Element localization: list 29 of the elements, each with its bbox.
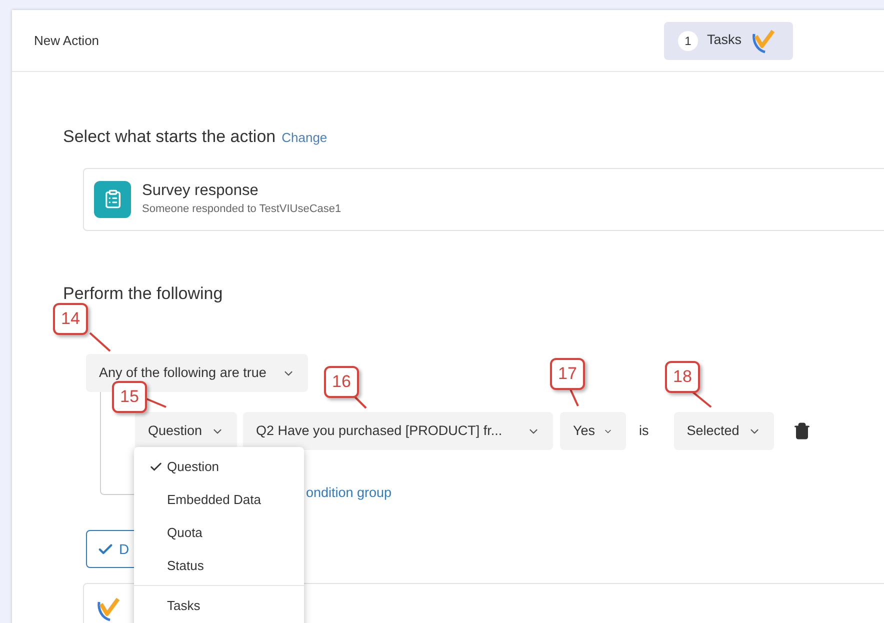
choice-dropdown[interactable]: Yes xyxy=(560,412,626,450)
tasks-tab[interactable]: 1 Tasks xyxy=(664,22,793,60)
type-dropdown[interactable]: Question xyxy=(135,412,237,450)
question-dropdown[interactable]: Q2 Have you purchased [PRODUCT] fr... xyxy=(243,412,553,450)
change-link[interactable]: Change xyxy=(282,128,328,148)
operator-text: is xyxy=(639,422,649,440)
section-heading: Perform the following xyxy=(63,282,224,304)
menu-item[interactable]: Tasks xyxy=(134,589,304,622)
state-dropdown[interactable]: Selected xyxy=(674,412,774,450)
trigger-title: Survey response xyxy=(142,180,260,201)
menu-item[interactable]: Embedded Data xyxy=(134,483,304,516)
trash-icon[interactable] xyxy=(792,422,811,440)
check-swoosh-icon xyxy=(96,596,122,622)
check-swoosh-icon xyxy=(750,28,777,54)
menu-item[interactable]: Quota xyxy=(134,516,304,549)
add-condition-group-link[interactable]: ondition group xyxy=(306,483,811,504)
callout-number: 16 xyxy=(324,366,359,398)
menu-item[interactable]: Question xyxy=(134,450,304,483)
trigger-subtitle: Someone responded to TestVIUseCase1 xyxy=(142,202,342,217)
tasks-label: Tasks xyxy=(707,31,742,50)
callout-number: 18 xyxy=(665,361,700,393)
panel-title: New Action xyxy=(34,32,100,50)
menu-item[interactable]: Status xyxy=(134,549,304,582)
callout-number: 14 xyxy=(53,303,88,335)
clipboard-icon xyxy=(94,180,131,218)
callout-number: 15 xyxy=(112,381,147,413)
callout-number: 17 xyxy=(550,358,585,390)
task-count: 1 xyxy=(678,30,698,50)
section-heading: Select what starts the action xyxy=(63,126,276,148)
